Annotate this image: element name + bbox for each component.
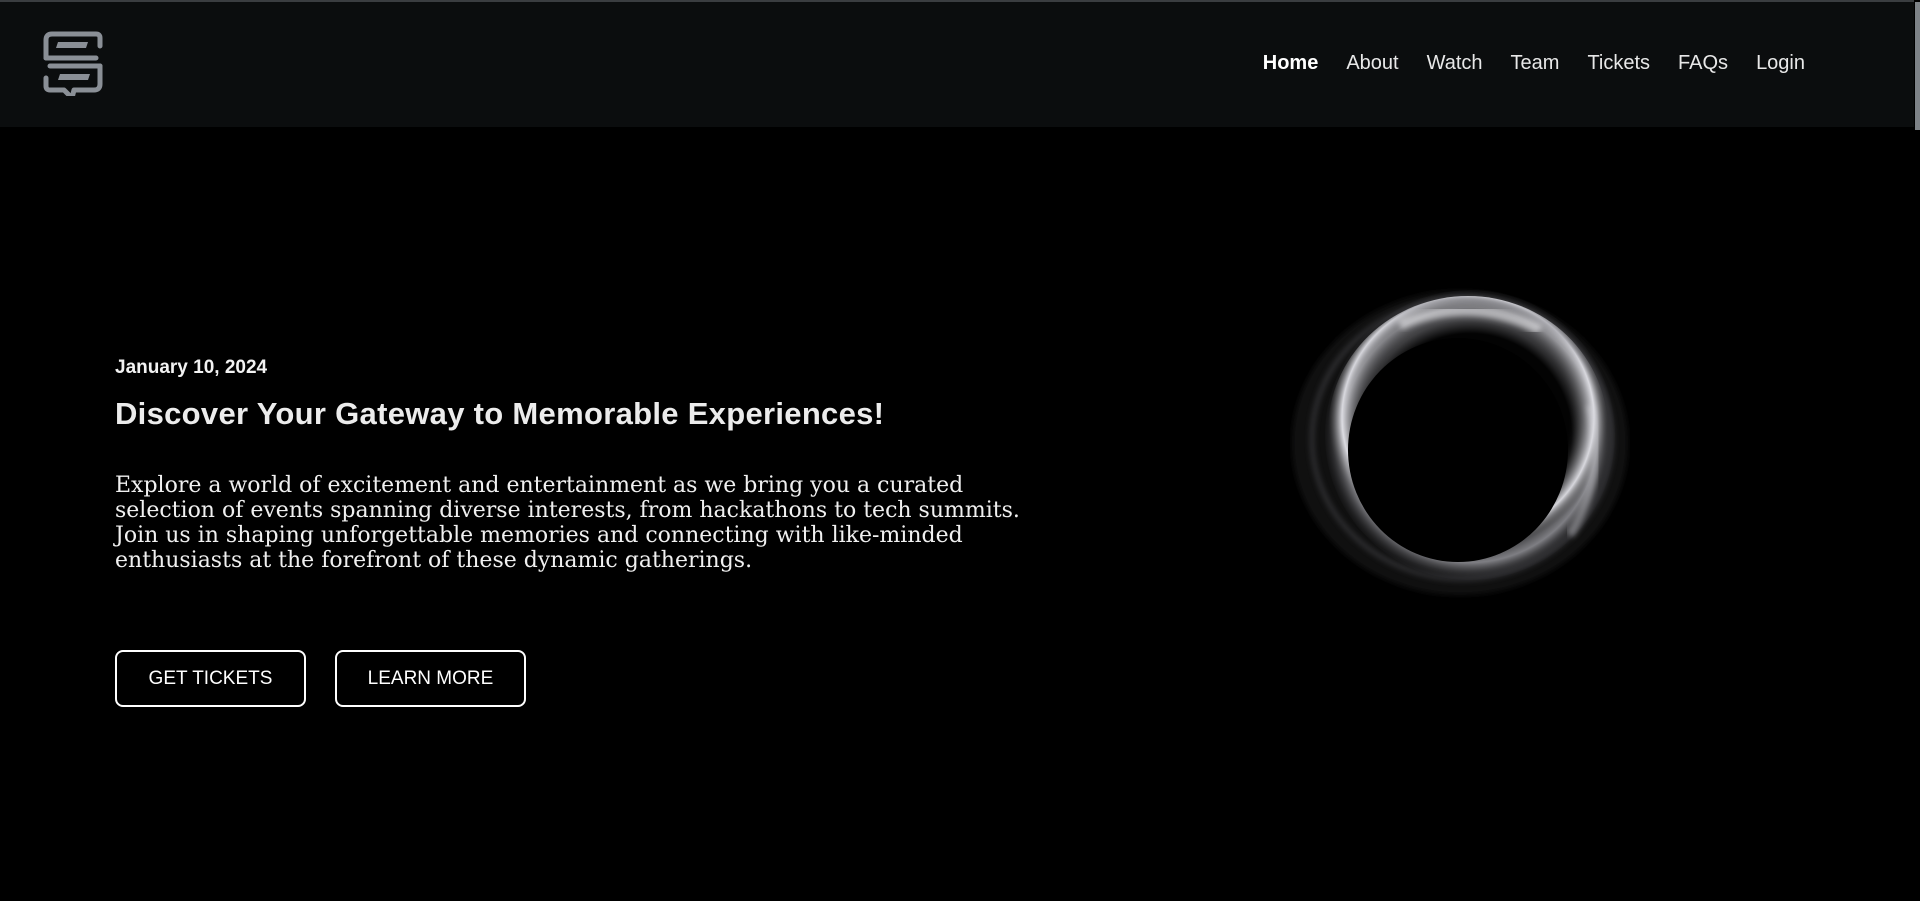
hero-description: Explore a world of excitement and entert… bbox=[115, 473, 1020, 573]
nav-watch[interactable]: Watch bbox=[1427, 52, 1483, 75]
learn-more-button[interactable]: LEARN MORE bbox=[335, 650, 526, 707]
logo-icon[interactable] bbox=[38, 28, 106, 96]
nav-team[interactable]: Team bbox=[1511, 52, 1560, 75]
site-header: Home About Watch Team Tickets FAQs Login bbox=[0, 0, 1920, 127]
event-date: January 10, 2024 bbox=[115, 357, 268, 378]
nav-about[interactable]: About bbox=[1346, 52, 1398, 75]
nav-login[interactable]: Login bbox=[1756, 52, 1805, 75]
scrollbar-thumb[interactable] bbox=[1915, 2, 1920, 130]
main-nav: Home About Watch Team Tickets FAQs Login bbox=[1263, 52, 1805, 75]
hero-title: Discover Your Gateway to Memorable Exper… bbox=[115, 396, 885, 431]
get-tickets-button[interactable]: GET TICKETS bbox=[115, 650, 306, 707]
nav-tickets[interactable]: Tickets bbox=[1587, 52, 1650, 75]
nav-faqs[interactable]: FAQs bbox=[1678, 52, 1728, 75]
nav-home[interactable]: Home bbox=[1263, 52, 1319, 75]
scrollbar[interactable] bbox=[1914, 0, 1920, 901]
glowing-ring-icon bbox=[1292, 290, 1628, 595]
